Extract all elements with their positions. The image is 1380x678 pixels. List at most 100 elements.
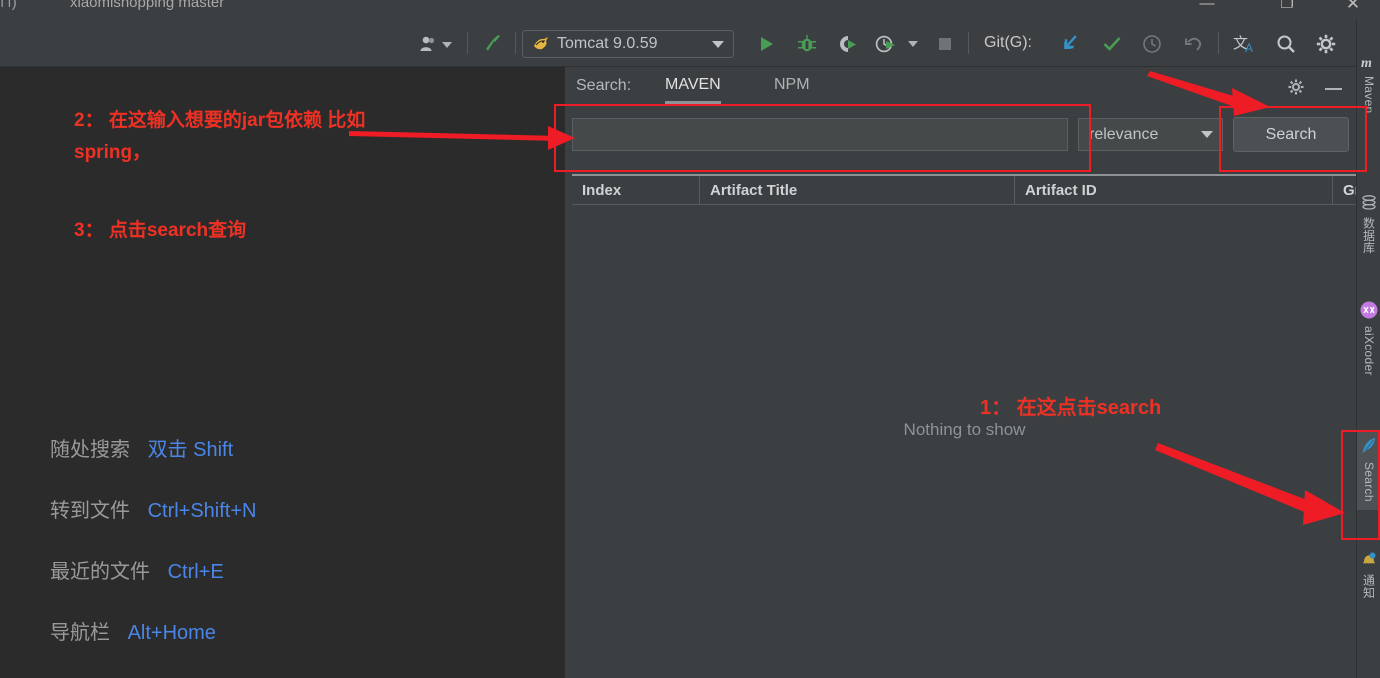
annotation-step-2-line2: spring，: [74, 142, 152, 163]
title-bar: ⊓) xiaomishopping master — ❐ ✕: [0, 0, 1380, 20]
search-button[interactable]: Search: [1233, 117, 1349, 152]
sidebar-item-label: aiXcoder: [1362, 326, 1376, 376]
chevron-down-icon: [712, 40, 724, 48]
hammer-glyph: [486, 34, 500, 50]
tab-maven[interactable]: MAVEN: [665, 76, 721, 104]
toolbar-separator-1: [467, 32, 468, 54]
sort-order-dropdown[interactable]: relevance: [1078, 118, 1223, 151]
hammer-icon[interactable]: [478, 20, 510, 67]
hint-key: 双击 Shift: [147, 439, 234, 461]
svg-text:A: A: [1245, 41, 1253, 55]
gear-icon[interactable]: [1287, 78, 1305, 101]
hint-row: 最近的文件 Ctrl+E: [50, 555, 224, 584]
profiler-dropdown-caret[interactable]: [900, 20, 926, 67]
sidebar-item-notifications[interactable]: 通知: [1357, 548, 1380, 599]
stop-icon[interactable]: [930, 20, 960, 67]
hint-row: 转到文件 Ctrl+Shift+N: [50, 494, 257, 523]
user-icon[interactable]: [412, 20, 458, 67]
window-maximize-button[interactable]: ❐: [1272, 0, 1302, 16]
checkmark-glyph: [1103, 36, 1121, 51]
annotation-step-1: 1： 在这点击search: [980, 397, 1162, 419]
feather-search-icon: [1361, 437, 1377, 460]
hint-row: 随处搜索 双击 Shift: [50, 433, 233, 462]
update-project-icon[interactable]: [1053, 20, 1087, 67]
annotation-step-2-line1: 2： 在这输入想要的jar包依赖 比如: [74, 110, 366, 131]
git-label: Git(G):: [984, 34, 1032, 51]
debug-icon[interactable]: [790, 20, 824, 67]
search-controls-row: relevance Search: [565, 106, 1357, 163]
hint-key: Ctrl+E: [167, 561, 224, 583]
tool-window-title: Search:: [576, 77, 632, 94]
aixcoder-icon: [1360, 301, 1378, 324]
sidebar-item-aixcoder[interactable]: aiXcoder: [1357, 298, 1380, 376]
right-tool-sidebar: m Maven 数据库 aiXcoder Search 通知: [1356, 20, 1380, 678]
chevron-down-icon: [441, 42, 452, 48]
gear-icon[interactable]: [1310, 20, 1342, 67]
bell-glyph: [1363, 552, 1376, 564]
tool-window-header: Search: MAVEN NPM: [565, 67, 1357, 106]
magnifier-glyph: [1277, 35, 1295, 53]
hint-row: 导航栏 Alt+Home: [50, 616, 216, 645]
tomcat-glyph: [534, 37, 548, 50]
feather-glyph: [1362, 438, 1375, 453]
hint-label: 转到文件: [50, 500, 130, 522]
hint-label: 随处搜索: [50, 439, 130, 461]
minimize-icon[interactable]: [1325, 88, 1342, 90]
window-close-button[interactable]: ✕: [1338, 0, 1368, 16]
coverage-glyph: [840, 35, 856, 52]
tab-npm[interactable]: NPM: [774, 76, 810, 101]
search-icon[interactable]: [1270, 20, 1302, 67]
window-minimize-button[interactable]: —: [1192, 0, 1222, 16]
search-input[interactable]: [572, 118, 1068, 151]
sort-order-value: relevance: [1089, 125, 1159, 143]
results-table: Index Artifact Title Artifact ID Gr Noth…: [572, 174, 1357, 678]
empty-state-message: Nothing to show: [903, 420, 1026, 439]
table-header-row: Index Artifact Title Artifact ID Gr: [572, 176, 1357, 205]
hint-key: Ctrl+Shift+N: [147, 500, 257, 522]
run-with-coverage-icon[interactable]: [830, 20, 864, 67]
annotation-step-2: 2： 在这输入想要的jar包依赖 比如 spring，: [74, 105, 494, 169]
gear-glyph: [1288, 79, 1304, 95]
maven-search-tool-window: Search: MAVEN NPM relevance Search Index…: [564, 67, 1357, 678]
toolbar-separator-2: [515, 32, 516, 54]
translate-icon[interactable]: 文 A: [1228, 20, 1262, 67]
commit-checkmark-icon[interactable]: [1095, 20, 1129, 67]
run-glyph: [761, 36, 773, 51]
database-icon: [1361, 195, 1377, 215]
run-configuration-selector[interactable]: Tomcat 9.0.59: [522, 30, 734, 58]
column-header-artifact-title[interactable]: Artifact Title: [700, 176, 1015, 205]
window-menu-glyph: ⊓): [0, 0, 17, 11]
profiler-icon[interactable]: [868, 20, 902, 67]
column-header-group-id[interactable]: Gr: [1333, 176, 1357, 205]
column-header-index[interactable]: Index: [572, 176, 700, 205]
stop-glyph: [939, 37, 951, 50]
maven-glyph: m: [1361, 56, 1372, 71]
window-title: xiaomishopping master: [70, 0, 225, 11]
column-header-artifact-id[interactable]: Artifact ID: [1015, 176, 1333, 205]
run-configuration-label: Tomcat 9.0.59: [557, 35, 658, 52]
sidebar-item-search[interactable]: Search: [1357, 430, 1380, 510]
toolbar-separator-3: [968, 32, 969, 54]
table-body: Nothing to show: [572, 205, 1357, 678]
hint-label: 最近的文件: [50, 561, 150, 583]
debug-glyph: [798, 34, 816, 51]
clock-glyph: [1143, 34, 1161, 53]
sidebar-item-database[interactable]: 数据库: [1357, 192, 1380, 254]
rollback-icon[interactable]: [1177, 20, 1211, 67]
hint-label: 导航栏: [50, 622, 110, 644]
translate-glyph: 文 A: [1233, 34, 1253, 55]
toolbar-separator-4: [1218, 32, 1219, 54]
bell-icon: [1361, 551, 1377, 572]
hint-key: Alt+Home: [127, 622, 216, 644]
history-clock-icon[interactable]: [1135, 20, 1169, 67]
ide-window: ⊓) xiaomishopping master — ❐ ✕ Tomcat 9.…: [0, 0, 1380, 678]
sidebar-item-maven[interactable]: m Maven: [1357, 52, 1380, 114]
annotation-step-3: 3： 点击search查询: [74, 220, 247, 241]
maven-icon: m: [1361, 55, 1378, 74]
rollback-glyph: [1185, 37, 1202, 51]
sidebar-item-label: 数据库: [1361, 217, 1376, 254]
run-icon[interactable]: [749, 20, 783, 67]
sidebar-item-label: Search: [1362, 462, 1376, 502]
svg-text:m: m: [1361, 56, 1372, 69]
database-glyph: [1362, 195, 1376, 210]
